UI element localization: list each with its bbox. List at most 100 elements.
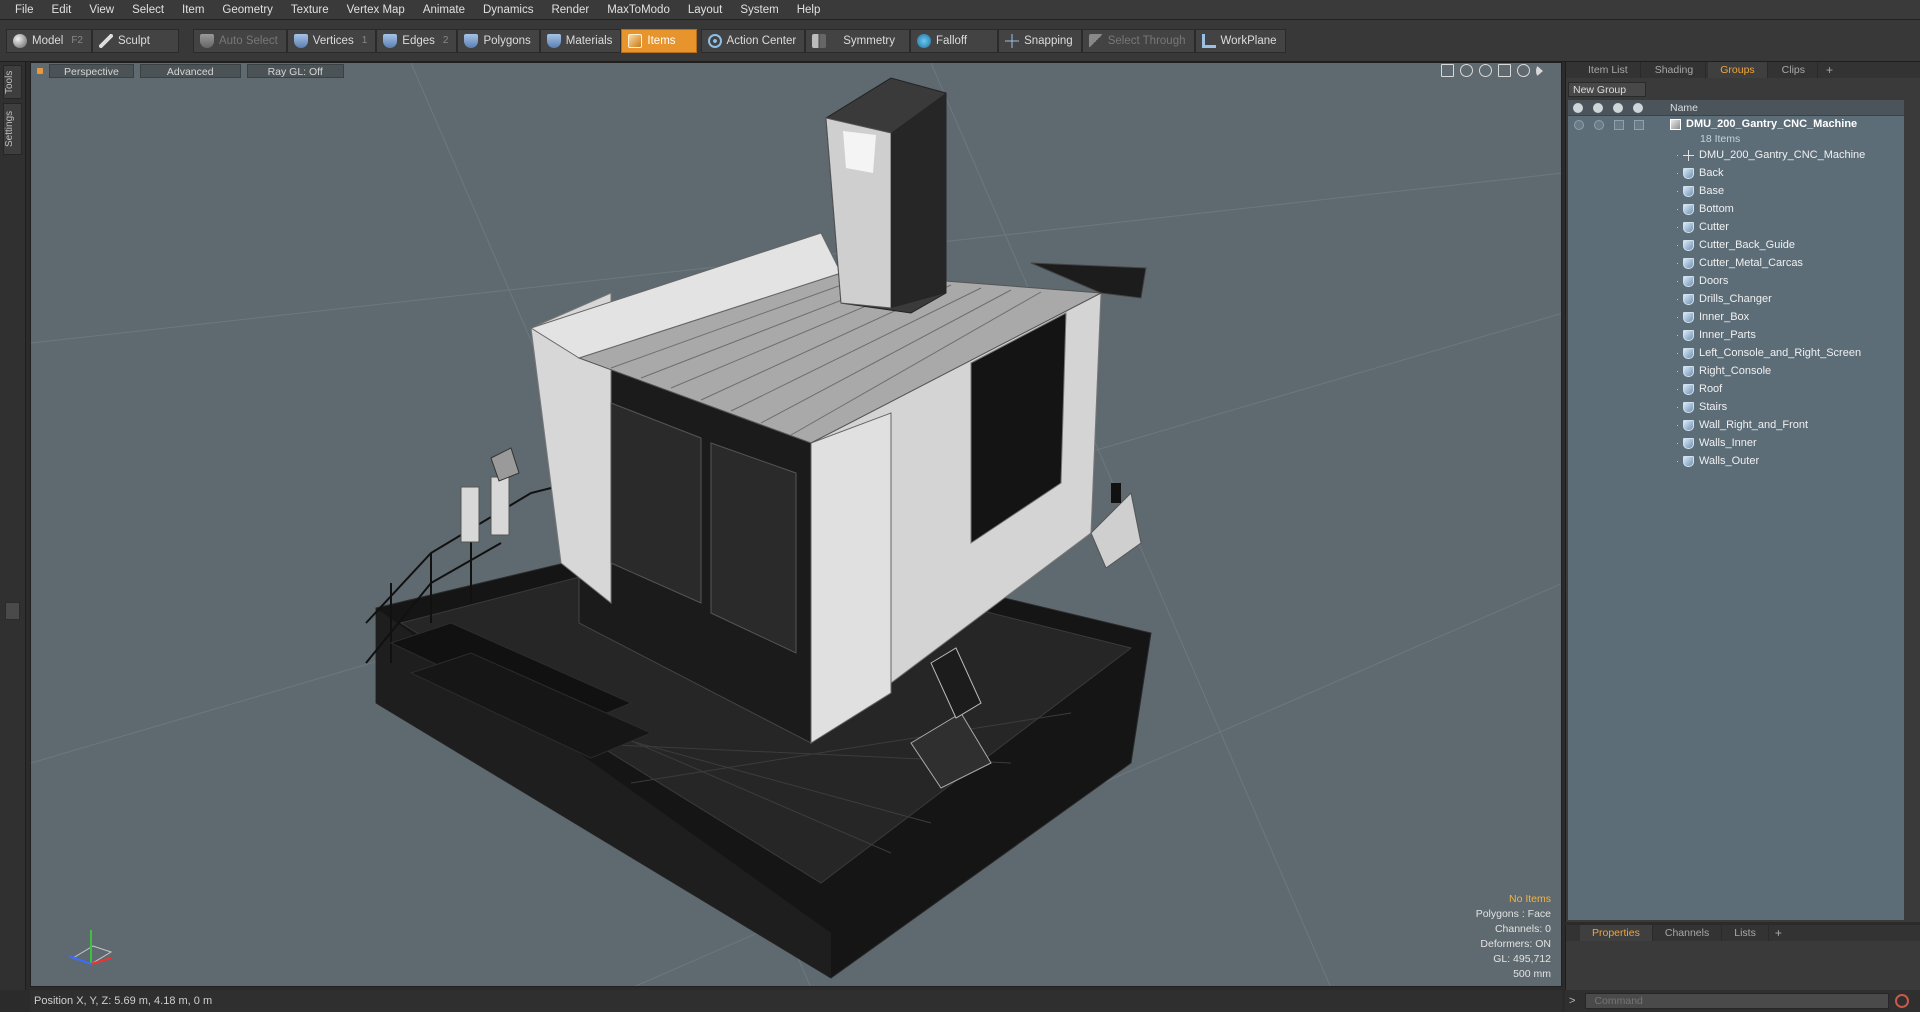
lock-toggle[interactable] xyxy=(1614,120,1624,130)
list-item[interactable]: · Walls_Inner xyxy=(1568,434,1904,452)
auto-select-button[interactable]: Auto Select xyxy=(192,28,287,53)
list-item[interactable]: · Bottom xyxy=(1568,200,1904,218)
tab-shading[interactable]: Shading xyxy=(1643,62,1707,78)
command-stop-icon[interactable] xyxy=(1895,994,1910,1008)
workplane-button[interactable]: WorkPlane xyxy=(1194,28,1286,53)
settings-tab[interactable]: Settings xyxy=(3,103,22,155)
tools-tab[interactable]: Tools xyxy=(3,65,22,99)
add-properties-tab-button[interactable]: + xyxy=(1769,926,1788,940)
list-item[interactable]: · Stairs xyxy=(1568,398,1904,416)
add-tab-button[interactable]: + xyxy=(1820,63,1839,77)
viewport-menu-dot[interactable] xyxy=(37,68,43,74)
sphere-icon xyxy=(13,33,27,48)
select-through-button[interactable]: Select Through xyxy=(1081,28,1195,53)
properties-panel: Properties Channels Lists + xyxy=(1565,925,1920,990)
menu-system[interactable]: System xyxy=(731,0,787,20)
command-input[interactable] xyxy=(1585,993,1890,1009)
new-group-button[interactable]: New Group xyxy=(1568,82,1646,97)
render-column-icon[interactable] xyxy=(1588,100,1608,116)
tab-item-list[interactable]: Item List xyxy=(1576,62,1641,78)
menu-texture[interactable]: Texture xyxy=(282,0,338,20)
select-toggle[interactable] xyxy=(1634,120,1644,130)
menu-edit[interactable]: Edit xyxy=(43,0,81,20)
list-item[interactable]: · Left_Console_and_Right_Screen xyxy=(1568,344,1904,362)
maximize-icon[interactable] xyxy=(1498,64,1511,77)
select-column-icon[interactable] xyxy=(1628,100,1648,116)
edges-icon xyxy=(383,33,398,48)
gear-icon[interactable] xyxy=(1517,64,1530,77)
list-item[interactable]: · Wall_Right_and_Front xyxy=(1568,416,1904,434)
viewport-stats: No Items Polygons : Face Channels: 0 Def… xyxy=(1476,892,1551,982)
falloff-button[interactable]: Falloff xyxy=(909,28,999,53)
perspective-view-tab[interactable]: Perspective xyxy=(49,64,134,78)
groups-panel: Item List Shading Groups Clips + New Gro… xyxy=(1565,62,1920,922)
list-item[interactable]: · Inner_Box xyxy=(1568,308,1904,326)
items-button[interactable]: Items xyxy=(621,28,697,53)
menu-help[interactable]: Help xyxy=(788,0,830,20)
status-bar: Position X, Y, Z: 5.69 m, 4.18 m, 0 m xyxy=(30,990,1562,1012)
list-item[interactable]: · Roof xyxy=(1568,380,1904,398)
advanced-shading-tab[interactable]: Advanced xyxy=(139,64,241,78)
panel-collapse-handle[interactable] xyxy=(5,602,20,620)
list-item[interactable]: · Base xyxy=(1568,182,1904,200)
tree-branch-icon: · xyxy=(1676,312,1679,322)
select-through-label: Select Through xyxy=(1107,34,1186,47)
polygons-button[interactable]: Polygons xyxy=(457,28,540,53)
channels-status: Channels: 0 xyxy=(1494,923,1551,935)
action-center-button[interactable]: Action Center xyxy=(700,28,806,53)
pan-icon[interactable] xyxy=(1441,64,1454,77)
vertices-button[interactable]: Vertices 1 xyxy=(286,28,377,53)
visibility-column-icon[interactable] xyxy=(1568,100,1588,116)
snapping-button[interactable]: Snapping xyxy=(998,28,1082,53)
menu-vertex-map[interactable]: Vertex Map xyxy=(338,0,414,20)
edges-button[interactable]: Edges 2 xyxy=(376,28,458,53)
list-item[interactable]: · Cutter_Back_Guide xyxy=(1568,236,1904,254)
tab-lists[interactable]: Lists xyxy=(1722,925,1769,941)
rotate-icon[interactable] xyxy=(1460,64,1473,77)
item-name: Roof xyxy=(1699,383,1723,395)
3d-viewport[interactable]: Perspective Advanced Ray GL: Off No Item… xyxy=(30,62,1562,987)
tab-clips[interactable]: Clips xyxy=(1770,62,1819,78)
tree-branch-icon: · xyxy=(1676,204,1679,214)
tab-groups[interactable]: Groups xyxy=(1708,62,1768,78)
materials-button[interactable]: Materials xyxy=(539,28,622,53)
menu-select[interactable]: Select xyxy=(123,0,173,20)
mesh-icon xyxy=(1683,167,1694,179)
list-item[interactable]: · Inner_Parts xyxy=(1568,326,1904,344)
menu-layout[interactable]: Layout xyxy=(679,0,732,20)
menu-file[interactable]: File xyxy=(6,0,43,20)
lock-column-icon[interactable] xyxy=(1608,100,1628,116)
items-cube-icon xyxy=(628,33,643,48)
menu-render[interactable]: Render xyxy=(542,0,598,20)
menu-item[interactable]: Item xyxy=(173,0,213,20)
menu-view[interactable]: View xyxy=(80,0,123,20)
menu-geometry[interactable]: Geometry xyxy=(213,0,282,20)
list-item[interactable]: · Right_Console xyxy=(1568,362,1904,380)
ray-gl-toggle[interactable]: Ray GL: Off xyxy=(246,64,344,78)
select-through-icon xyxy=(1088,33,1103,48)
list-item[interactable]: · DMU_200_Gantry_CNC_Machine xyxy=(1568,146,1904,164)
visibility-toggle[interactable] xyxy=(1574,120,1584,130)
tab-properties[interactable]: Properties xyxy=(1580,925,1653,941)
menu-maxtomodo[interactable]: MaxToModo xyxy=(598,0,679,20)
list-item[interactable]: · Walls_Outer xyxy=(1568,452,1904,470)
menu-dynamics[interactable]: Dynamics xyxy=(474,0,542,20)
symmetry-button[interactable]: Symmetry xyxy=(805,28,910,53)
auto-select-icon xyxy=(199,33,214,48)
render-toggle[interactable] xyxy=(1594,120,1604,130)
tab-channels[interactable]: Channels xyxy=(1653,925,1723,941)
locator-icon xyxy=(1683,149,1694,161)
zoom-icon[interactable] xyxy=(1479,64,1492,77)
tree-branch-icon: · xyxy=(1676,402,1679,412)
list-item[interactable]: · Back xyxy=(1568,164,1904,182)
model-mode-button[interactable]: Model F2 xyxy=(6,28,92,53)
list-item[interactable]: · Cutter xyxy=(1568,218,1904,236)
model-shortcut: F2 xyxy=(71,35,83,46)
expand-arrow-icon[interactable] xyxy=(1536,65,1543,77)
sculpt-mode-button[interactable]: Sculpt xyxy=(92,28,179,53)
group-row[interactable]: DMU_200_Gantry_CNC_Machine xyxy=(1568,116,1904,132)
menu-animate[interactable]: Animate xyxy=(414,0,474,20)
list-item[interactable]: · Doors xyxy=(1568,272,1904,290)
list-item[interactable]: · Drills_Changer xyxy=(1568,290,1904,308)
list-item[interactable]: · Cutter_Metal_Carcas xyxy=(1568,254,1904,272)
